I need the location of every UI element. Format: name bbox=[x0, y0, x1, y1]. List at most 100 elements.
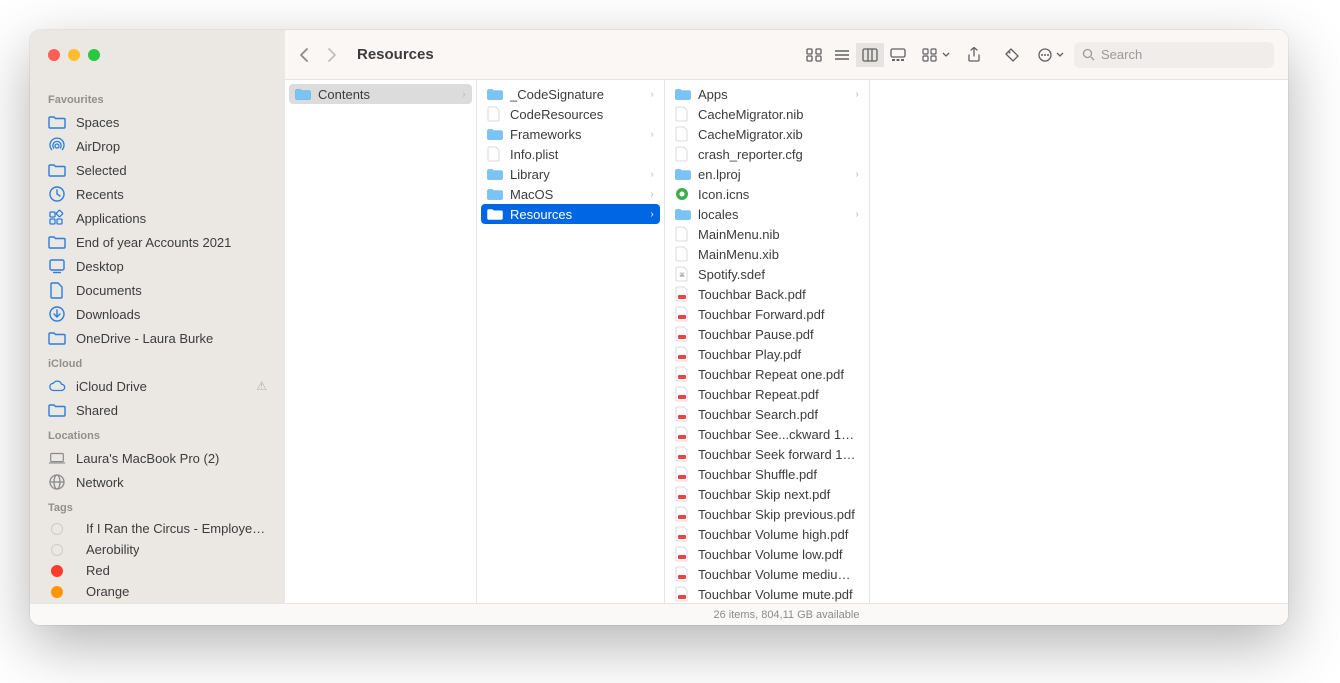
sidebar-section-header: Tags bbox=[30, 494, 285, 518]
file-name: Resources bbox=[510, 207, 641, 222]
file-name: Touchbar Search.pdf bbox=[698, 407, 861, 422]
sidebar-item[interactable]: Recents bbox=[30, 182, 285, 206]
tag-dot-icon bbox=[51, 523, 63, 535]
sidebar-item[interactable]: Aerobility bbox=[30, 539, 285, 560]
pdf-icon bbox=[675, 367, 691, 381]
file-row[interactable]: Touchbar Play.pdf bbox=[665, 344, 869, 364]
file-row[interactable]: _CodeSignature› bbox=[477, 84, 664, 104]
forward-button[interactable] bbox=[327, 47, 337, 63]
file-row[interactable]: ⌘Spotify.sdef bbox=[665, 264, 869, 284]
share-button[interactable] bbox=[960, 43, 988, 67]
sidebar-item[interactable]: Red bbox=[30, 560, 285, 581]
minimize-button[interactable] bbox=[68, 49, 80, 61]
sidebar-item-label: End of year Accounts 2021 bbox=[76, 235, 231, 250]
file-row[interactable]: MainMenu.nib bbox=[665, 224, 869, 244]
icon-view-button[interactable] bbox=[800, 43, 828, 67]
file-row[interactable]: Touchbar Back.pdf bbox=[665, 284, 869, 304]
gallery-view-button[interactable] bbox=[884, 43, 912, 67]
sidebar-item-label: Shared bbox=[76, 403, 118, 418]
doc-icon bbox=[48, 281, 66, 299]
sidebar-item[interactable]: Selected bbox=[30, 158, 285, 182]
sidebar-item-label: Orange bbox=[86, 584, 129, 599]
sidebar-item[interactable]: Downloads bbox=[30, 302, 285, 326]
file-row[interactable]: Touchbar Shuffle.pdf bbox=[665, 464, 869, 484]
file-row[interactable]: Touchbar Volume medium.pdf bbox=[665, 564, 869, 584]
file-name: Touchbar Repeat.pdf bbox=[698, 387, 861, 402]
file-row[interactable]: Frameworks› bbox=[477, 124, 664, 144]
file-row[interactable]: Touchbar Pause.pdf bbox=[665, 324, 869, 344]
file-row[interactable]: Touchbar Volume mute.pdf bbox=[665, 584, 869, 603]
file-row[interactable]: Touchbar Seek forward 15.pdf bbox=[665, 444, 869, 464]
pdf-icon bbox=[675, 427, 691, 441]
sidebar-item-label: iCloud Drive bbox=[76, 379, 147, 394]
file-icon bbox=[675, 107, 691, 121]
pdf-icon bbox=[675, 567, 691, 581]
file-row[interactable]: CacheMigrator.nib bbox=[665, 104, 869, 124]
sidebar-item[interactable]: Spaces bbox=[30, 110, 285, 134]
file-name: crash_reporter.cfg bbox=[698, 147, 861, 162]
sidebar-item[interactable]: OneDrive - Laura Burke bbox=[30, 326, 285, 350]
file-row[interactable]: Info.plist bbox=[477, 144, 664, 164]
sidebar-item[interactable]: Documents bbox=[30, 278, 285, 302]
close-button[interactable] bbox=[48, 49, 60, 61]
chevron-right-icon: › bbox=[853, 169, 861, 180]
file-row[interactable]: CacheMigrator.xib bbox=[665, 124, 869, 144]
search-input[interactable]: Search bbox=[1074, 42, 1274, 68]
sidebar-item[interactable]: Network bbox=[30, 470, 285, 494]
file-row[interactable]: Contents› bbox=[289, 84, 472, 104]
sidebar-section-header: iCloud bbox=[30, 350, 285, 374]
file-row[interactable]: Touchbar Volume low.pdf bbox=[665, 544, 869, 564]
file-row[interactable]: Touchbar Skip previous.pdf bbox=[665, 504, 869, 524]
pdf-icon bbox=[675, 527, 691, 541]
back-button[interactable] bbox=[299, 47, 309, 63]
sidebar-item[interactable]: AirDrop bbox=[30, 134, 285, 158]
column-view-button[interactable] bbox=[856, 43, 884, 67]
file-name: Touchbar Seek forward 15.pdf bbox=[698, 447, 861, 462]
folder-icon bbox=[675, 207, 691, 221]
zoom-button[interactable] bbox=[88, 49, 100, 61]
folder-icon bbox=[48, 233, 66, 251]
sidebar-item[interactable]: Shared bbox=[30, 398, 285, 422]
file-row[interactable]: Apps› bbox=[665, 84, 869, 104]
sidebar-item-label: Selected bbox=[76, 163, 127, 178]
file-row[interactable]: MacOS› bbox=[477, 184, 664, 204]
file-row[interactable]: CodeResources bbox=[477, 104, 664, 124]
file-name: Touchbar Volume medium.pdf bbox=[698, 567, 861, 582]
file-row[interactable]: Icon.icns bbox=[665, 184, 869, 204]
sidebar-item[interactable]: iCloud Drive⚠︎ bbox=[30, 374, 285, 398]
view-mode-group bbox=[800, 43, 912, 67]
sidebar-item[interactable]: If I Ran the Circus - Employee brainstor… bbox=[30, 518, 285, 539]
sidebar-item[interactable]: Laura's MacBook Pro (2) bbox=[30, 446, 285, 470]
file-row[interactable]: Touchbar Volume high.pdf bbox=[665, 524, 869, 544]
chevron-right-icon: › bbox=[460, 89, 468, 100]
folder-icon bbox=[487, 207, 503, 221]
file-row[interactable]: Touchbar Repeat.pdf bbox=[665, 384, 869, 404]
chevron-right-icon: › bbox=[648, 169, 656, 180]
list-view-button[interactable] bbox=[828, 43, 856, 67]
chevron-right-icon: › bbox=[853, 209, 861, 220]
file-row[interactable]: locales› bbox=[665, 204, 869, 224]
body: FavouritesSpacesAirDropSelectedRecentsAp… bbox=[30, 80, 1288, 603]
file-name: CacheMigrator.xib bbox=[698, 127, 861, 142]
file-row[interactable]: crash_reporter.cfg bbox=[665, 144, 869, 164]
status-text: 26 items, 804,11 GB available bbox=[285, 609, 1288, 621]
file-row[interactable]: Touchbar Skip next.pdf bbox=[665, 484, 869, 504]
sidebar-item[interactable]: Applications bbox=[30, 206, 285, 230]
file-icon bbox=[487, 147, 503, 161]
file-row[interactable]: Touchbar Repeat one.pdf bbox=[665, 364, 869, 384]
file-row[interactable]: en.lproj› bbox=[665, 164, 869, 184]
action-menu[interactable] bbox=[1036, 47, 1064, 63]
sidebar-item[interactable]: Orange bbox=[30, 581, 285, 602]
sidebar-item-label: Applications bbox=[76, 211, 146, 226]
sidebar-item[interactable]: End of year Accounts 2021 bbox=[30, 230, 285, 254]
file-row[interactable]: Resources› bbox=[481, 204, 660, 224]
file-row[interactable]: Library› bbox=[477, 164, 664, 184]
file-row[interactable]: Touchbar Search.pdf bbox=[665, 404, 869, 424]
tag-button[interactable] bbox=[998, 43, 1026, 67]
sidebar-item[interactable]: Desktop bbox=[30, 254, 285, 278]
file-row[interactable]: Touchbar See...ckward 15.pdf bbox=[665, 424, 869, 444]
file-name: Touchbar Back.pdf bbox=[698, 287, 861, 302]
file-row[interactable]: MainMenu.xib bbox=[665, 244, 869, 264]
group-menu[interactable] bbox=[922, 48, 950, 62]
file-row[interactable]: Touchbar Forward.pdf bbox=[665, 304, 869, 324]
